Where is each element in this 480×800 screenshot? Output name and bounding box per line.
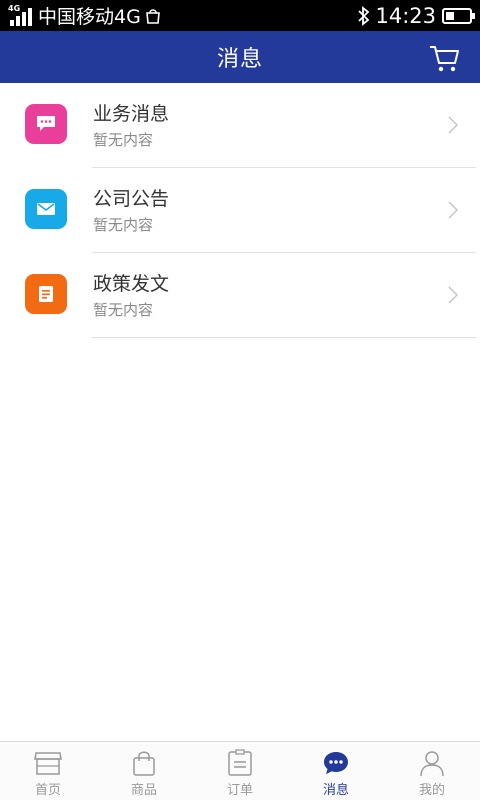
shopping-bag-icon — [145, 8, 160, 24]
carrier-name: 中国移动4G — [38, 6, 141, 28]
message-title: 政策发文 — [93, 273, 170, 295]
document-icon — [39, 286, 53, 302]
message-title: 公司公告 — [93, 188, 170, 210]
status-bar: 4G 中国移动4G 14:23 — [0, 0, 480, 31]
signal-icon: 4G — [8, 3, 32, 26]
message-subtitle: 暂无内容 — [93, 301, 154, 319]
cart-button[interactable] — [428, 41, 462, 75]
tab-label: 首页 — [34, 783, 61, 798]
divider — [92, 337, 476, 338]
app-header: 消息 — [0, 31, 480, 83]
tab-home[interactable]: 首页 — [0, 742, 96, 800]
clock: 14:23 — [375, 3, 436, 28]
tab-products[interactable]: 商品 — [96, 742, 192, 800]
battery-fill — [446, 11, 454, 20]
shopping-bag-icon — [129, 749, 159, 777]
message-bubble-icon — [321, 749, 351, 777]
message-item-business[interactable]: 业务消息 暂无内容 — [0, 83, 480, 168]
chevron-right-icon — [448, 201, 458, 219]
message-subtitle: 暂无内容 — [93, 131, 154, 149]
chat-bubble-icon — [37, 116, 55, 131]
message-icon-tile — [25, 274, 67, 314]
screen: 4G 中国移动4G 14:23 消息 业务消息 暂无内容 公司公告 暂无内容 政… — [0, 0, 480, 800]
message-item-announcement[interactable]: 公司公告 暂无内容 — [0, 168, 480, 253]
bottom-tab-bar: 首页 商品 订单 消息 我的 — [0, 741, 480, 800]
mail-icon — [37, 203, 55, 215]
status-left: 4G 中国移动4G — [8, 2, 162, 29]
tab-label: 商品 — [130, 783, 157, 798]
bluetooth-icon — [358, 5, 370, 26]
tab-label: 我的 — [418, 783, 445, 798]
message-item-policy[interactable]: 政策发文 暂无内容 — [0, 253, 480, 338]
clipboard-icon — [225, 749, 255, 777]
message-title: 业务消息 — [93, 103, 170, 125]
message-list: 业务消息 暂无内容 公司公告 暂无内容 政策发文 暂无内容 — [0, 83, 480, 338]
chevron-right-icon — [448, 286, 458, 304]
message-icon-tile — [25, 104, 67, 144]
user-icon — [417, 749, 447, 777]
tab-label: 消息 — [322, 783, 349, 798]
chevron-right-icon — [448, 116, 458, 134]
tab-label: 订单 — [226, 783, 253, 798]
home-store-icon — [33, 749, 63, 777]
tab-orders[interactable]: 订单 — [192, 742, 288, 800]
battery-icon — [442, 7, 475, 24]
network-type: 4G — [8, 3, 21, 13]
status-right: 14:23 — [357, 3, 475, 28]
page-title: 消息 — [216, 47, 263, 72]
tab-messages[interactable]: 消息 — [288, 742, 384, 800]
tab-profile[interactable]: 我的 — [384, 742, 480, 800]
message-icon-tile — [25, 189, 67, 229]
message-subtitle: 暂无内容 — [93, 216, 154, 234]
cart-icon — [430, 46, 459, 72]
